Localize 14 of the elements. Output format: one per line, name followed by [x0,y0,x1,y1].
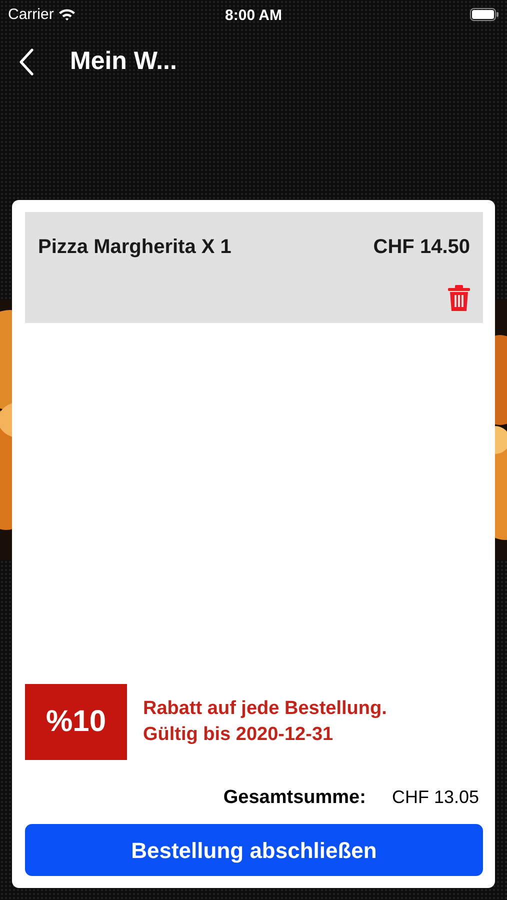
item-name: Pizza Margherita X 1 [38,235,232,260]
screen-title: Mein W... [70,46,177,78]
carrier-label: Carrier [8,4,54,25]
checkout-button[interactable]: Bestellung abschließen [25,824,483,876]
total-value: CHF 13.05 [392,786,479,810]
item-price: CHF 14.50 [373,235,470,260]
back-icon[interactable] [18,48,34,76]
wifi-icon [58,8,76,20]
total-label: Gesamtsumme: [223,786,366,810]
battery-icon [470,8,499,20]
discount-text: Rabatt auf jede Bestellung. Gültig bis 2020-12-31 [143,696,387,746]
clock-time: 8:00 AM [225,6,282,26]
discount-badge: %10 [25,684,127,760]
trash-icon[interactable] [448,285,470,311]
